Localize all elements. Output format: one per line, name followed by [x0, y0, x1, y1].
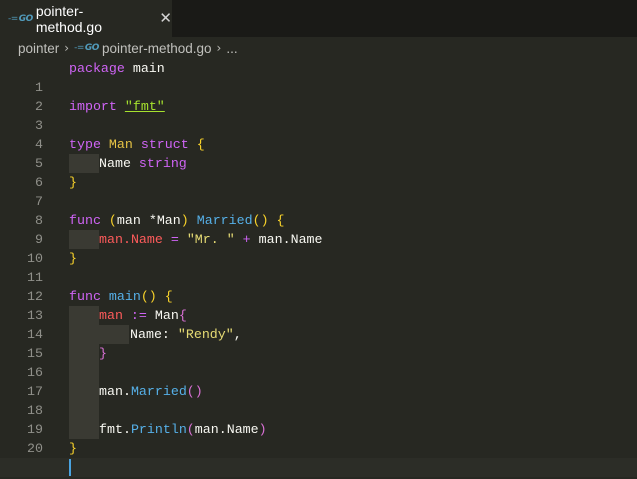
code-line: 1 package main [0, 59, 637, 95]
tab-bar: -=GO pointer-method.go ✕ [0, 0, 637, 37]
indent-guide [69, 325, 99, 344]
code-line: 6 Name string [0, 154, 637, 190]
breadcrumb-more[interactable]: ... [226, 41, 237, 56]
code-editor[interactable]: 1 package main 2 3 import "fmt" 4 5 type… [0, 59, 637, 479]
code-line: 9 func (man *Man) Married() { [0, 211, 637, 247]
indent-guide [69, 344, 99, 363]
code-line: 8 [0, 192, 637, 228]
chevron-right-icon: › [216, 41, 222, 55]
breadcrumb-folder[interactable]: pointer [18, 41, 59, 56]
indent-guide [69, 154, 99, 173]
code-line: 13 func main() { [0, 287, 637, 323]
code-line: 18 man.Married() [0, 382, 637, 418]
code-line-current: 22 [0, 458, 637, 477]
tab-pointer-method-go[interactable]: -=GO pointer-method.go ✕ [0, 0, 172, 37]
code-line: 4 [0, 116, 637, 152]
indent-guide [69, 382, 99, 401]
close-icon[interactable]: ✕ [159, 11, 172, 26]
code-line: 3 import "fmt" [0, 97, 637, 133]
code-line: 7 } [0, 173, 637, 209]
code-line: 10 man.Name = "Mr. " + man.Name [0, 230, 637, 266]
breadcrumb-file[interactable]: pointer-method.go [102, 41, 212, 56]
tab-label: pointer-method.go [35, 2, 102, 35]
code-line: 12 [0, 268, 637, 304]
code-line: 5 type Man struct { [0, 135, 637, 171]
code-line: 14 man := Man{ [0, 306, 637, 342]
code-line: 21 } [0, 439, 637, 475]
code-line: 20 fmt.Println(man.Name) [0, 420, 637, 456]
indent-guide [69, 306, 99, 325]
indent-guide [69, 363, 99, 382]
indent-guide [69, 401, 99, 420]
indent-guide [69, 420, 99, 439]
indent-guide [69, 230, 99, 249]
code-line: 17 [0, 363, 637, 399]
text-cursor [69, 459, 71, 476]
chevron-right-icon: › [64, 41, 70, 55]
code-line: 2 [0, 78, 637, 114]
go-file-icon: -=GO [74, 43, 99, 53]
indent-guide [99, 325, 129, 344]
breadcrumb: pointer › -=GO pointer-method.go › ... [0, 37, 637, 59]
code-line: 16 } [0, 344, 637, 380]
go-file-icon: -=GO [8, 13, 33, 24]
code-line: 19 [0, 401, 637, 437]
code-line: 15 Name: "Rendy", [0, 325, 637, 361]
code-line: 11 } [0, 249, 637, 285]
